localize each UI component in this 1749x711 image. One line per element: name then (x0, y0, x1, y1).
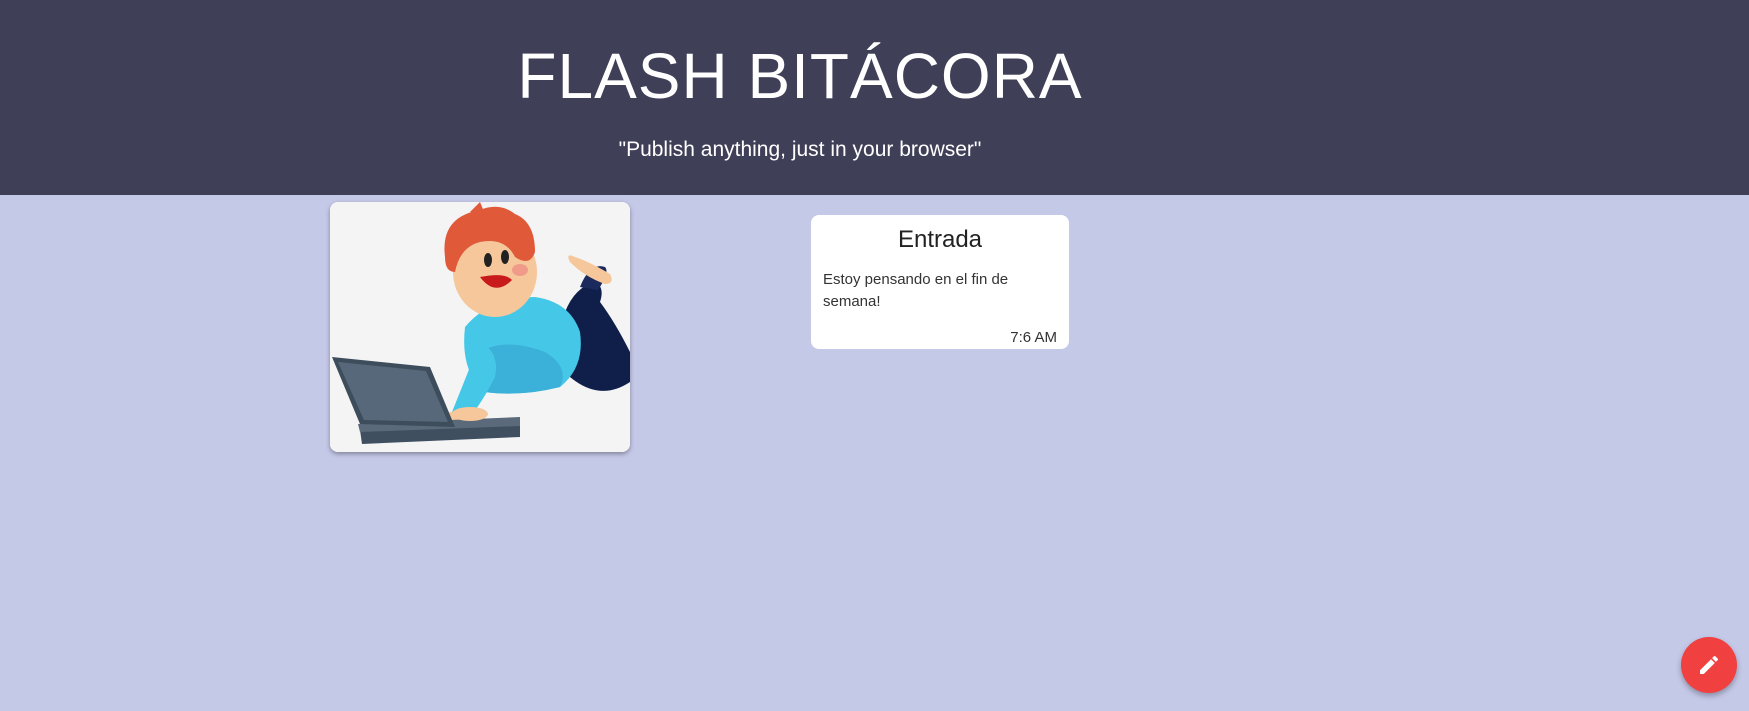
site-tagline: "Publish anything, just in your browser" (618, 138, 982, 161)
boy-with-laptop-illustration (330, 202, 630, 452)
site-header: FLASH BITÁCORA "Publish anything, just i… (0, 0, 1749, 195)
image-card[interactable] (330, 202, 630, 452)
post-body: Estoy pensando en el fin de semana! (823, 271, 1009, 310)
post-title: Entrada (897, 226, 983, 253)
new-post-button[interactable] (1681, 637, 1737, 693)
post-timestamp: 7:6 AM (1010, 329, 1057, 346)
post-card[interactable]: Entrada Estoy pensando en el fin de sema… (811, 215, 1069, 349)
site-title: FLASH BITÁCORA (517, 40, 1083, 112)
pencil-icon (1700, 655, 1719, 674)
